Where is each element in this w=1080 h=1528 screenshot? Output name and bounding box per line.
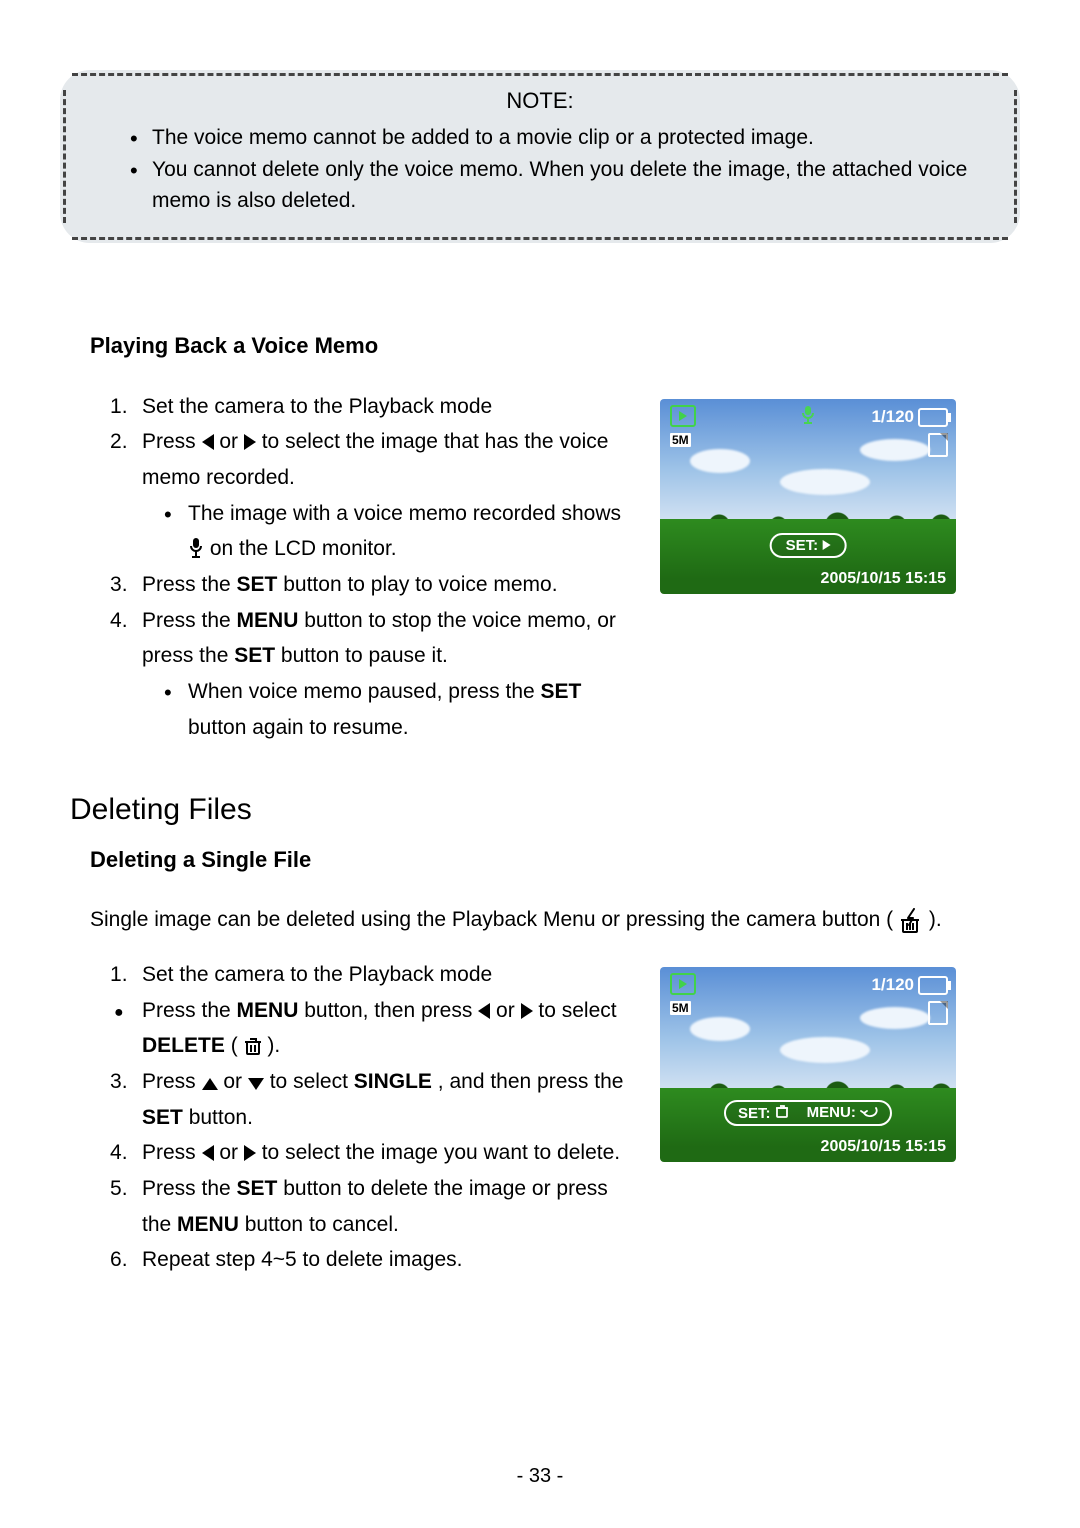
resolution-badge: 5M (670, 1001, 691, 1015)
note-box: NOTE: The voice memo cannot be added to … (60, 70, 1020, 243)
flash-trash-icon (899, 908, 929, 931)
image-count: 1/120 (871, 975, 914, 995)
play-mode-icon (670, 405, 696, 427)
timestamp: 2005/10/15 15:15 (821, 1138, 946, 1156)
arrow-left-icon (202, 434, 214, 450)
steps-item: Set the camera to the Playback mode (110, 957, 630, 993)
lcd-preview-playback: 1/120 5M SET: 2005/10/15 15:15 (660, 399, 956, 594)
steps-item: Set the camera to the Playback mode (110, 389, 630, 425)
note-item: The voice memo cannot be added to a movi… (130, 122, 970, 154)
note-list: The voice memo cannot be added to a movi… (90, 122, 990, 217)
battery-icon (918, 408, 948, 427)
page-number: - 33 - (0, 1465, 1080, 1488)
arrow-left-icon (478, 1003, 490, 1019)
delete-intro: Single image can be deleted using the Pl… (90, 903, 1020, 937)
arrow-down-icon (248, 1078, 264, 1090)
steps-sub-item: The image with a voice memo recorded sho… (164, 496, 630, 567)
note-item: You cannot delete only the voice memo. W… (130, 154, 970, 217)
image-count: 1/120 (871, 407, 914, 427)
arrow-right-icon (244, 434, 256, 450)
arrow-left-icon (202, 1145, 214, 1161)
mic-icon (800, 405, 816, 430)
subhead-deleting-single: Deleting a Single File (90, 847, 1020, 873)
steps-item: Press the SET button to play to voice me… (110, 567, 630, 603)
steps-item: Press the SET button to delete the image… (110, 1171, 630, 1242)
card-icon (928, 433, 948, 457)
steps-item: Press or to select SINGLE , and then pre… (110, 1064, 630, 1135)
subhead-playing-back: Playing Back a Voice Memo (90, 333, 1020, 359)
note-title: NOTE: (90, 88, 990, 114)
arrow-right-icon (244, 1145, 256, 1161)
resolution-badge: 5M (670, 433, 691, 447)
steps-item: Press or to select the image you want to… (110, 1135, 630, 1171)
steps-item: Repeat step 4~5 to delete images. (110, 1242, 630, 1278)
lcd-preview-delete: 1/120 5M SET: MENU: 2005/10/15 15 (660, 967, 956, 1162)
steps-item: Press or to select the image that has th… (110, 424, 630, 567)
steps-playback: Set the camera to the Playback mode Pres… (110, 389, 630, 746)
section-title-deleting: Deleting Files (70, 793, 1020, 827)
steps-sub-item: When voice memo paused, press the SET bu… (164, 674, 630, 745)
card-icon (928, 1001, 948, 1025)
steps-item: Press the MENU button, then press or to … (110, 993, 630, 1064)
trash-icon (775, 1104, 789, 1118)
arrow-up-icon (202, 1078, 218, 1090)
battery-icon (918, 976, 948, 995)
trash-icon (244, 1034, 268, 1057)
hint-pill: SET: MENU: (724, 1100, 892, 1126)
play-icon (822, 540, 830, 550)
return-icon (860, 1105, 878, 1117)
hint-pill: SET: (770, 533, 847, 558)
play-mode-icon (670, 973, 696, 995)
mic-icon (188, 537, 210, 560)
steps-item: Press the MENU button to stop the voice … (110, 603, 630, 746)
arrow-right-icon (521, 1003, 533, 1019)
steps-delete: Set the camera to the Playback mode Pres… (110, 957, 630, 1278)
timestamp: 2005/10/15 15:15 (821, 570, 946, 588)
